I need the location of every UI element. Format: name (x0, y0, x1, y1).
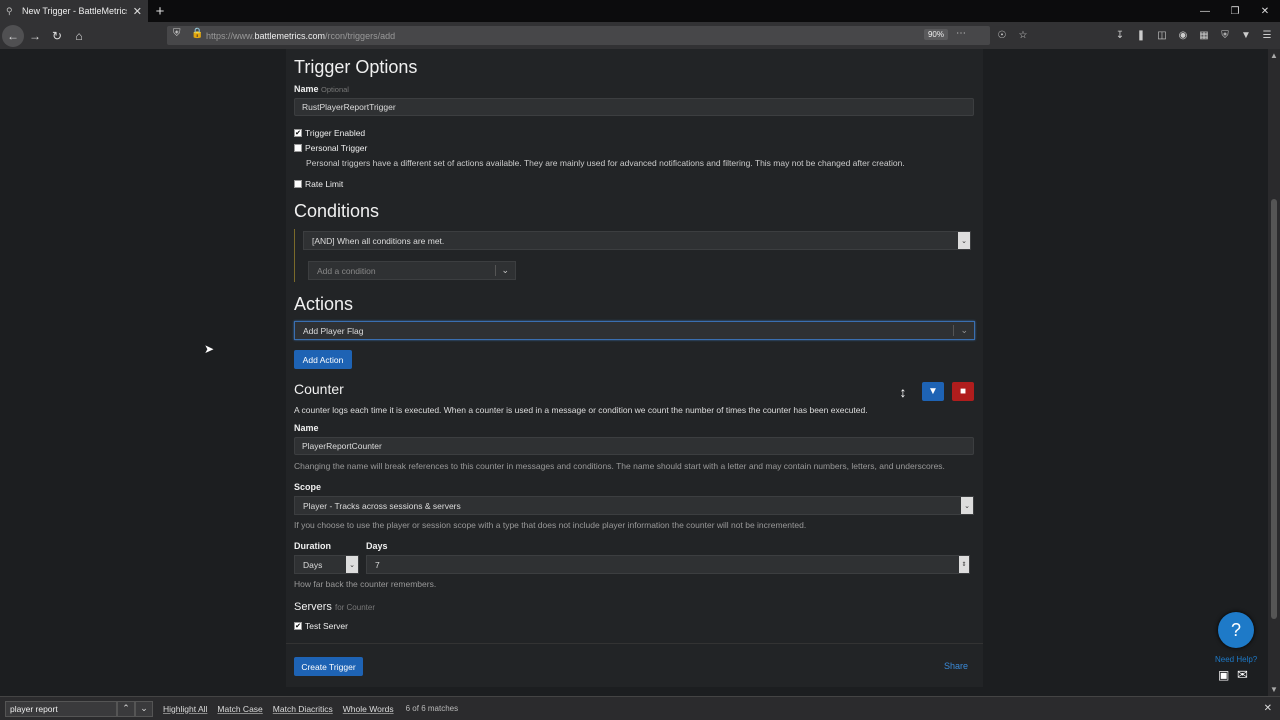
forward-button[interactable]: → (24, 25, 46, 47)
shield-icon[interactable]: ⛨ (173, 28, 181, 39)
counter-name-input[interactable]: PlayerReportCounter (294, 437, 974, 455)
reload-button[interactable]: ↻ (46, 25, 68, 47)
help-button[interactable]: ? (1218, 612, 1254, 648)
filter-icon[interactable]: ▼ (922, 382, 944, 401)
create-trigger-button[interactable]: Create Trigger (294, 657, 363, 676)
servers-heading: Servers for Counter (294, 601, 375, 613)
find-previous-button[interactable]: ⌃ (117, 700, 135, 717)
scroll-up-icon[interactable]: ▲ (1270, 51, 1278, 60)
browser-tab[interactable]: ⚲ New Trigger - BattleMetrics ✕ (0, 0, 148, 22)
pin-icon[interactable]: ▼ (1239, 30, 1253, 41)
counter-name-label: Name (294, 423, 319, 433)
mail-icon[interactable]: ✉ (1237, 667, 1248, 683)
trigger-options-heading: Trigger Options (294, 57, 418, 77)
counter-heading: Counter (294, 381, 344, 397)
lock-icon[interactable]: 🔒 (191, 28, 203, 39)
back-button[interactable]: ← (2, 24, 24, 47)
move-icon[interactable]: ↕ (892, 382, 914, 401)
need-help-label[interactable]: Need Help? (1215, 655, 1257, 664)
more-icon[interactable]: ⋯ (956, 28, 966, 39)
pocket-icon[interactable]: ☉ (995, 30, 1009, 41)
chevron-down-icon: ⌄ (953, 325, 968, 336)
tab-title: New Trigger - BattleMetrics (22, 6, 127, 16)
find-status: 6 of 6 matches (405, 704, 459, 713)
delete-icon[interactable]: ■ (952, 382, 974, 401)
action-select[interactable]: Add Player Flag ⌄ (294, 321, 975, 340)
new-tab-button[interactable]: + (148, 0, 172, 22)
scroll-thumb[interactable] (1271, 199, 1277, 619)
library-icon[interactable]: ❚ (1134, 30, 1148, 41)
duration-help: How far back the counter remembers. (294, 579, 437, 589)
shield-extension-icon[interactable]: ⛨ (1218, 30, 1232, 41)
condition-group-line (294, 229, 295, 282)
close-tab-icon[interactable]: ✕ (133, 5, 142, 18)
discord-icon[interactable]: ▣ (1218, 668, 1229, 682)
test-server-checkbox[interactable]: ✔ Test Server (294, 621, 348, 631)
scope-select[interactable]: Player - Tracks across sessions & server… (294, 496, 974, 515)
stepper-icon[interactable]: ⇕ (959, 556, 969, 573)
restore-icon[interactable]: ❐ (1220, 0, 1250, 22)
zoom-badge[interactable]: 90% (923, 29, 948, 40)
close-window-icon[interactable]: ✕ (1250, 0, 1280, 22)
download-icon[interactable]: ↧ (1113, 30, 1127, 41)
condition-mode-select[interactable]: [AND] When all conditions are met. ⌄ (303, 231, 971, 250)
bookmark-star-icon[interactable]: ☆ (1016, 30, 1030, 41)
trigger-enabled-checkbox[interactable]: ✔ Trigger Enabled (294, 128, 365, 138)
highlight-all-toggle[interactable]: Highlight All (163, 704, 207, 714)
find-next-button[interactable]: ⌄ (135, 700, 153, 717)
checkmark-icon: ✔ (294, 622, 302, 630)
checkmark-icon: ✔ (294, 129, 302, 137)
extensions-icon[interactable]: ▦ (1197, 30, 1211, 41)
counter-name-help: Changing the name will break references … (294, 461, 945, 471)
footer-divider (286, 643, 983, 644)
rate-limit-checkbox[interactable]: Rate Limit (294, 179, 343, 189)
page-scrollbar[interactable]: ▲ ▼ (1268, 49, 1280, 696)
minimize-icon[interactable]: — (1190, 0, 1220, 22)
close-find-icon[interactable]: ✕ (1264, 703, 1272, 714)
add-condition-select[interactable]: Add a condition ⌄ (308, 261, 516, 280)
match-diacritics-toggle[interactable]: Match Diacritics (273, 704, 333, 714)
url-text: https://www.battlemetrics.com/rcon/trigg… (206, 30, 396, 41)
whole-words-toggle[interactable]: Whole Words (343, 704, 394, 714)
personal-trigger-checkbox[interactable]: Personal Trigger (294, 143, 367, 153)
duration-unit-select[interactable]: Days ⌄ (294, 555, 359, 574)
actions-heading: Actions (294, 294, 354, 314)
duration-label: Duration (294, 541, 331, 551)
search-icon: ⚲ (6, 5, 13, 16)
conditions-heading: Conditions (294, 201, 380, 221)
scroll-down-icon[interactable]: ▼ (1270, 685, 1278, 694)
sidebar-icon[interactable]: ◫ (1155, 30, 1169, 41)
mouse-cursor-icon: ➤ (204, 342, 215, 356)
counter-description: A counter logs each time it is executed.… (294, 405, 868, 415)
share-link[interactable]: Share (944, 661, 968, 671)
trigger-name-input[interactable]: RustPlayerReportTrigger (294, 98, 974, 116)
name-label: Name Optional (294, 84, 349, 94)
find-bar: player report ⌃ ⌄ Highlight All Match Ca… (0, 696, 1280, 720)
days-label: Days (366, 541, 388, 551)
window-controls: — ❐ ✕ (1190, 0, 1280, 22)
menu-icon[interactable]: ☰ (1260, 30, 1274, 41)
chevron-down-icon: ⌄ (961, 497, 973, 514)
days-input[interactable]: 7 ⇕ (366, 555, 970, 574)
address-bar[interactable]: ⛨ 🔒 https://www.battlemetrics.com/rcon/t… (167, 26, 990, 45)
chevron-down-icon: ⌄ (495, 265, 509, 276)
chevron-down-icon: ⌄ (958, 232, 970, 249)
chevron-down-icon: ⌄ (346, 556, 358, 573)
home-button[interactable]: ⌂ (68, 25, 90, 47)
add-action-button[interactable]: Add Action (294, 350, 352, 369)
account-icon[interactable]: ◉ (1176, 30, 1190, 41)
trigger-form-card (286, 49, 983, 687)
scope-label: Scope (294, 482, 322, 492)
tab-strip: ⚲ New Trigger - BattleMetrics ✕ + (0, 0, 1280, 22)
find-input[interactable]: player report (5, 700, 117, 717)
match-case-toggle[interactable]: Match Case (217, 704, 262, 714)
scope-help: If you choose to use the player or sessi… (294, 520, 807, 530)
personal-trigger-help: Personal triggers have a different set o… (306, 158, 905, 168)
toolbar-right: ☉ ☆ ↧ ❚ ◫ ◉ ▦ ⛨ ▼ ☰ (995, 22, 1274, 49)
